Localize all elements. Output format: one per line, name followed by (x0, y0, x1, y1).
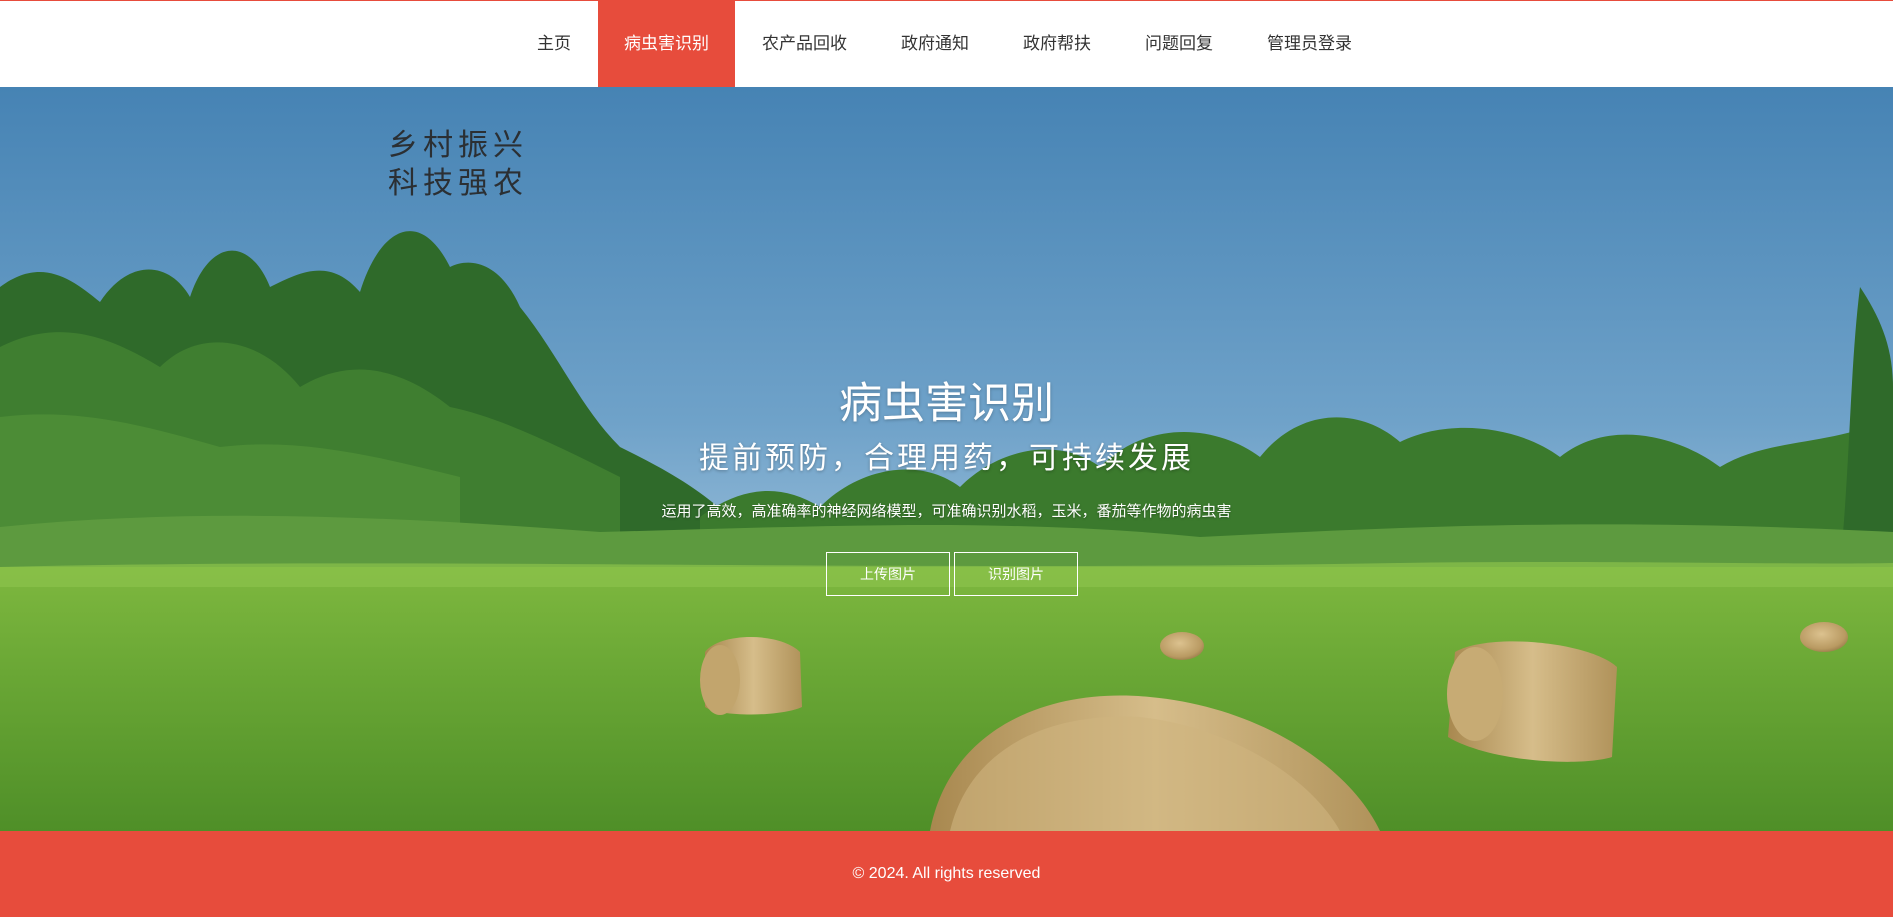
nav-item-pest-identification[interactable]: 病虫害识别 (598, 1, 735, 87)
upload-image-button[interactable]: 上传图片 (826, 552, 950, 596)
nav-menu: 主页 病虫害识别 农产品回收 政府通知 政府帮扶 问题回复 管理员登录 (510, 1, 1379, 87)
nav-item-home[interactable]: 主页 (510, 1, 598, 87)
hero-button-group: 上传图片 识别图片 (826, 552, 1078, 596)
slogan-line-1: 乡村振兴 (388, 128, 528, 163)
top-navigation: 主页 病虫害识别 农产品回收 政府通知 政府帮扶 问题回复 管理员登录 (0, 1, 1893, 87)
nav-item-government-assistance[interactable]: 政府帮扶 (996, 1, 1118, 87)
nav-item-government-notices[interactable]: 政府通知 (874, 1, 996, 87)
hero-banner: 乡村振兴 科技强农 病虫害识别 提前预防，合理用药，可持续发展 运用了高效，高准… (0, 87, 1893, 831)
hero-title: 病虫害识别 (839, 380, 1054, 428)
nav-item-produce-recycling[interactable]: 农产品回收 (735, 1, 874, 87)
slogan-line-2: 科技强农 (388, 166, 528, 201)
slogan: 乡村振兴 科技强农 (388, 127, 528, 203)
hero-subtitle: 提前预防，合理用药，可持续发展 (699, 441, 1194, 476)
identify-image-button[interactable]: 识别图片 (954, 552, 1078, 596)
nav-item-admin-login[interactable]: 管理员登录 (1240, 1, 1379, 87)
copyright-text: © 2024. All rights reserved (852, 865, 1041, 882)
footer: © 2024. All rights reserved (0, 831, 1893, 917)
nav-item-question-replies[interactable]: 问题回复 (1118, 1, 1240, 87)
hero-description: 运用了高效，高准确率的神经网络模型，可准确识别水稻，玉米，番茄等作物的病虫害 (661, 503, 1232, 520)
